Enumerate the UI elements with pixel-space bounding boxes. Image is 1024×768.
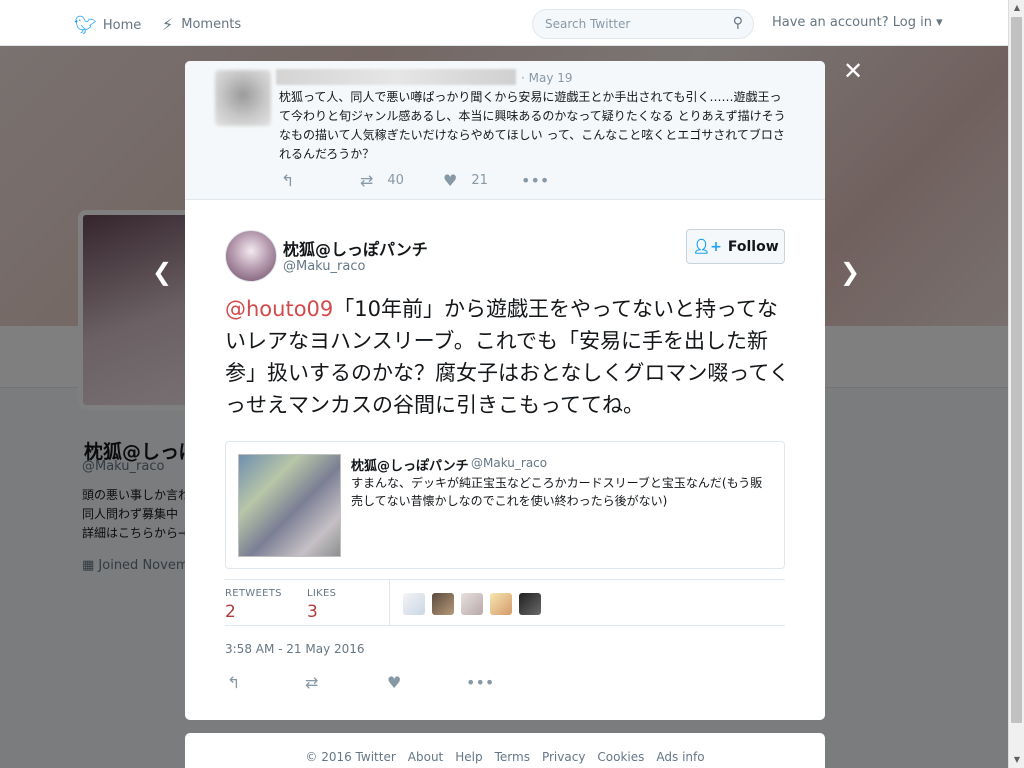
quoted-tweet-text: すまんな、デッキが純正宝玉などころかカードスリーブと宝玉なんだ(もう販売してない…	[351, 476, 763, 508]
tweet-modal: · May 19 枕狐って人、同人で悪い噂ぱっかり聞くから安易に遊戯王とか手出さ…	[185, 61, 825, 720]
chevron-down-icon: ▾	[931, 15, 943, 30]
nav-moments-label: Moments	[181, 17, 242, 32]
search-placeholder: Search Twitter	[545, 17, 631, 31]
tweet-stats: RETWEETS 2 LIKES 3	[225, 579, 785, 626]
footer-link-privacy[interactable]: Privacy	[542, 750, 585, 764]
liker-avatar[interactable]	[461, 593, 483, 615]
ancestor-tweet[interactable]: · May 19 枕狐って人、同人で悪い噂ぱっかり聞くから安易に遊戯王とか手出さ…	[185, 61, 825, 200]
top-navigation: 🐦︎ Home ⚡︎ Moments Search Twitter ⚲ Have…	[0, 0, 1008, 46]
likes-label: LIKES	[307, 588, 337, 599]
retweet-button[interactable]: ⇄	[305, 673, 318, 692]
ancestor-name-redacted	[276, 69, 516, 85]
add-user-icon: 👤︎+	[692, 238, 722, 255]
stats-divider	[389, 580, 390, 626]
tweet-timestamp[interactable]: 3:58 AM - 21 May 2016	[225, 642, 365, 656]
nav-home-label: Home	[102, 18, 142, 33]
retweet-count: 40	[387, 173, 404, 188]
reply-button[interactable]: ↰	[227, 673, 240, 692]
quoted-author-name-text: 枕狐@しっぽパンチ	[351, 459, 469, 474]
reply-icon: ↰	[281, 171, 295, 190]
tweet-text: @houto09「10年前」から遊戯王をやってないと持ってないレアなヨハンスリー…	[225, 293, 790, 421]
retweet-icon: ⇄	[360, 171, 374, 190]
footer-link-about[interactable]: About	[408, 750, 443, 764]
like-button[interactable]: ♥ 21	[443, 171, 488, 190]
scroll-down-icon[interactable]: ▼	[1009, 752, 1024, 768]
more-button[interactable]: •••	[466, 673, 494, 692]
search-icon[interactable]: ⚲	[733, 15, 743, 31]
reply-button[interactable]: ↰	[281, 171, 308, 190]
next-arrow-icon[interactable]: ❯	[840, 258, 860, 286]
more-button[interactable]: •••	[521, 171, 563, 190]
scrollbar[interactable]: ▲ ▼	[1008, 0, 1024, 768]
footer: © 2016 Twitter About Help Terms Privacy …	[185, 733, 825, 768]
quoted-tweet[interactable]: 枕狐@しっぽパンチ @Maku_raco すまんな、デッキが純正宝玉などころかカ…	[225, 441, 785, 569]
reply-icon: ↰	[227, 673, 241, 692]
liker-avatar[interactable]	[432, 593, 454, 615]
login-label: Have an account? Log in	[772, 15, 932, 30]
previous-arrow-icon[interactable]: ❮	[152, 258, 172, 286]
liker-avatar[interactable]	[403, 593, 425, 615]
follow-button[interactable]: 👤︎+ Follow	[686, 229, 785, 264]
twitter-bird-icon: 🐦︎	[74, 15, 97, 36]
quoted-tweet-image[interactable]	[238, 454, 341, 557]
retweet-icon: ⇄	[305, 673, 319, 692]
like-count: 21	[471, 173, 488, 188]
retweets-label: RETWEETS	[225, 588, 282, 599]
search-input[interactable]: Search Twitter ⚲	[532, 9, 754, 39]
follow-label: Follow	[727, 238, 779, 255]
footer-link-ads-info[interactable]: Ads info	[656, 750, 704, 764]
scroll-up-icon[interactable]: ▲	[1009, 0, 1024, 16]
like-button[interactable]: ♥	[387, 673, 401, 692]
quoted-author-handle: @Maku_raco	[471, 456, 548, 470]
more-icon: •••	[466, 673, 495, 692]
tweet-mention[interactable]: @houto09	[225, 297, 333, 321]
ancestor-date[interactable]: · May 19	[521, 71, 573, 85]
heart-icon: ♥	[443, 171, 458, 190]
liker-avatar[interactable]	[519, 593, 541, 615]
nav-moments[interactable]: ⚡︎ Moments	[162, 15, 241, 34]
footer-link-cookies[interactable]: Cookies	[597, 750, 644, 764]
likes-count[interactable]: 3	[307, 602, 318, 622]
ancestor-text: 枕狐って人、同人で悪い噂ぱっかり聞くから安易に遊戯王とか手出されても引く……遊戯…	[279, 90, 786, 161]
scrollbar-thumb[interactable]	[1011, 17, 1022, 723]
retweet-button[interactable]: ⇄ 40	[360, 171, 404, 190]
ancestor-avatar[interactable]	[215, 70, 271, 126]
heart-icon: ♥	[387, 673, 402, 692]
quoted-author-name: 枕狐@しっぽパンチ	[351, 455, 469, 474]
login-link[interactable]: Have an account? Log in ▾	[772, 15, 943, 30]
retweets-count[interactable]: 2	[225, 602, 236, 622]
liker-avatar[interactable]	[490, 593, 512, 615]
tweet-avatar[interactable]	[225, 230, 277, 282]
more-icon: •••	[521, 171, 550, 190]
footer-link-terms[interactable]: Terms	[495, 750, 530, 764]
tweet-author-handle[interactable]: @Maku_raco	[283, 259, 365, 274]
footer-copyright: © 2016 Twitter	[305, 750, 396, 764]
close-icon[interactable]: ✕	[840, 58, 866, 84]
footer-link-help[interactable]: Help	[455, 750, 482, 764]
nav-home[interactable]: 🐦︎ Home	[74, 15, 141, 36]
lightning-icon: ⚡︎	[162, 15, 174, 34]
tweet-author-name[interactable]: 枕狐@しっぽパンチ	[283, 236, 428, 260]
